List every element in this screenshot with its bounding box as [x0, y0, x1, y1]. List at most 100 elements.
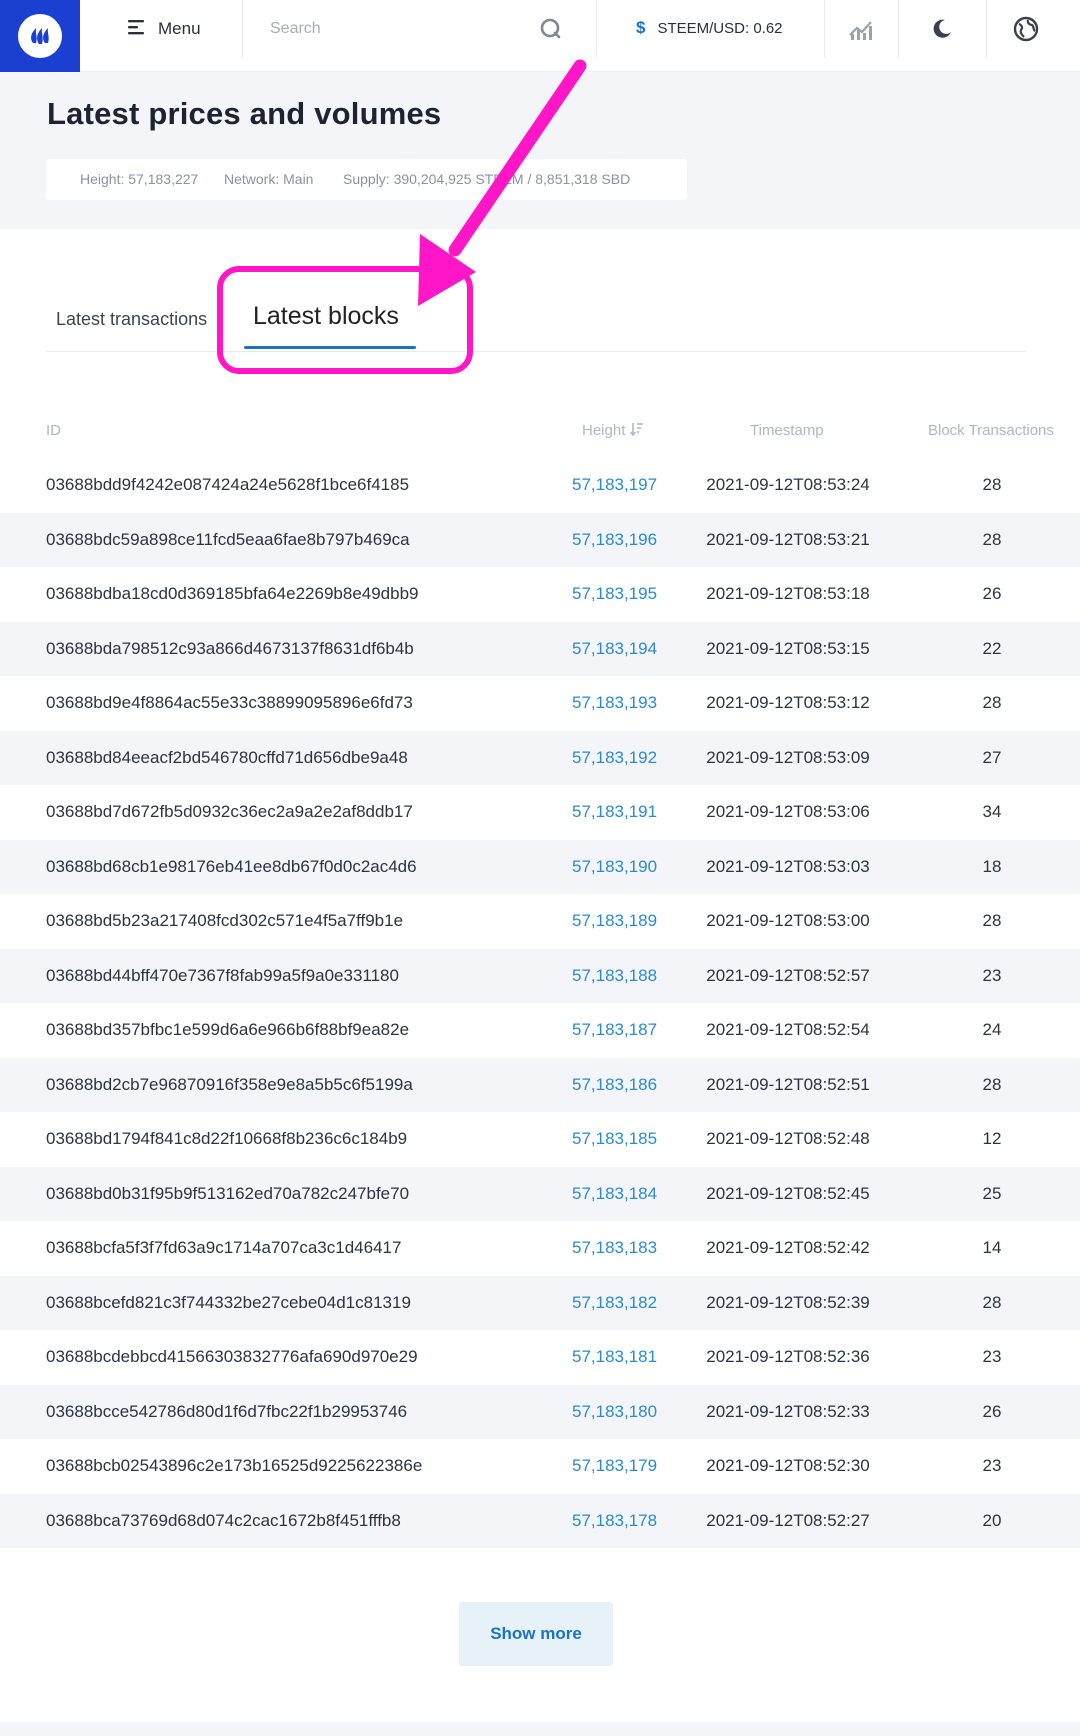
block-transaction-count: 23: [982, 965, 1002, 985]
divider: [596, 0, 597, 58]
table-row: 03688bcfa5f3f7fd63a9c1714a707ca3c1d46417…: [0, 1221, 1080, 1276]
block-height-link[interactable]: 57,183,183: [572, 1238, 657, 1258]
search-input[interactable]: [270, 12, 540, 46]
block-timestamp: 2021-09-12T08:53:03: [706, 856, 870, 876]
table-row: 03688bcefd821c3f744332be27cebe04d1c81319…: [0, 1275, 1080, 1330]
block-transaction-count: 28: [982, 1292, 1002, 1312]
table-row: 03688bd7d672fb5d0932c36ec2a9a2e2af8ddb17…: [0, 785, 1080, 840]
block-id: 03688bd0b31f95b9f513162ed70a782c247bfe70: [46, 1183, 410, 1203]
dark-mode-toggle[interactable]: [927, 14, 957, 44]
block-id: 03688bcfa5f3f7fd63a9c1714a707ca3c1d46417: [46, 1238, 402, 1257]
block-height-link[interactable]: 57,183,188: [572, 966, 657, 986]
steem-logo-icon: [18, 14, 62, 58]
block-height-link[interactable]: 57,183,196: [572, 530, 657, 550]
block-transaction-count: 26: [982, 1401, 1002, 1421]
block-height-link[interactable]: 57,183,189: [572, 911, 657, 931]
block-id: 03688bd357bfbc1e599d6a6e966b6f88bf9ea82e: [46, 1020, 410, 1039]
table-row: 03688bd5b23a217408fcd302c571e4f5a7ff9b1e…: [0, 894, 1080, 949]
block-id: 03688bda798512c93a866d4673137f8631df6b4b: [46, 638, 414, 658]
active-tab-indicator: [244, 346, 416, 349]
divider: [242, 0, 243, 58]
table-row: 03688bd2cb7e96870916f358e9e8a5b5c6f5199a…: [0, 1057, 1080, 1112]
block-timestamp: 2021-09-12T08:52:48: [706, 1129, 870, 1148]
block-height-link[interactable]: 57,183,182: [572, 1293, 657, 1313]
network-stat: Network: Main: [224, 171, 314, 187]
block-timestamp: 2021-09-12T08:52:54: [706, 1020, 870, 1039]
block-timestamp: 2021-09-12T08:52:27: [706, 1510, 870, 1530]
search-button[interactable]: [538, 16, 564, 42]
block-transaction-count: 34: [982, 802, 1002, 821]
block-timestamp: 2021-09-12T08:52:36: [706, 1347, 870, 1366]
block-id: 03688bdc59a898ce11fcd5eaa6fae8b797b469ca: [46, 529, 410, 549]
block-height-link[interactable]: 57,183,187: [572, 1020, 657, 1040]
block-transaction-count: 18: [982, 856, 1002, 876]
block-transaction-count: 14: [982, 1238, 1002, 1257]
block-transaction-count: 25: [982, 1183, 1002, 1203]
chart-button[interactable]: [846, 14, 876, 44]
column-header-height[interactable]: Height: [582, 422, 644, 439]
moon-icon: [933, 19, 951, 38]
price-ticker: $ STEEM/USD: 0.62: [636, 0, 783, 56]
block-height-link[interactable]: 57,183,181: [572, 1347, 657, 1367]
language-button[interactable]: [1011, 14, 1041, 44]
globe-icon: [1013, 16, 1039, 42]
block-height-link[interactable]: 57,183,184: [572, 1184, 657, 1204]
table-row: 03688bdba18cd0d369185bfa64e2269b8e49dbb9…: [0, 567, 1080, 622]
block-height-link[interactable]: 57,183,179: [572, 1456, 657, 1476]
table-row: 03688bd44bff470e7367f8fab99a5f9a0e331180…: [0, 948, 1080, 1003]
steem-logo[interactable]: [0, 0, 80, 72]
block-id: 03688bd2cb7e96870916f358e9e8a5b5c6f5199a: [46, 1074, 413, 1094]
blocks-table-body: 03688bdd9f4242e087424a24e5628f1bce6f4185…: [0, 458, 1080, 1548]
block-id: 03688bd44bff470e7367f8fab99a5f9a0e331180: [46, 965, 399, 985]
table-row: 03688bcb02543896c2e173b16525d9225622386e…: [0, 1439, 1080, 1494]
table-row: 03688bd1794f841c8d22f10668f8b236c6c184b9…: [0, 1112, 1080, 1167]
block-transaction-count: 28: [982, 1074, 1002, 1094]
block-transaction-count: 26: [982, 584, 1002, 603]
block-id: 03688bd1794f841c8d22f10668f8b236c6c184b9: [46, 1129, 408, 1148]
tab-latest-transactions[interactable]: Latest transactions: [56, 309, 207, 330]
table-row: 03688bdc59a898ce11fcd5eaa6fae8b797b469ca…: [0, 512, 1080, 567]
table-row: 03688bd68cb1e98176eb41ee8db67f0d0c2ac4d6…: [0, 839, 1080, 894]
menu-button[interactable]: Menu: [128, 0, 201, 58]
block-height-link[interactable]: 57,183,192: [572, 748, 657, 768]
block-transaction-count: 28: [982, 693, 1002, 712]
footer-band: [0, 1722, 1080, 1736]
block-timestamp: 2021-09-12T08:52:39: [706, 1292, 870, 1312]
block-id: 03688bd5b23a217408fcd302c571e4f5a7ff9b1e: [46, 911, 404, 930]
block-timestamp: 2021-09-12T08:52:33: [706, 1401, 870, 1421]
tab-latest-blocks[interactable]: Latest blocks: [253, 302, 399, 331]
block-id: 03688bcb02543896c2e173b16525d9225622386e: [46, 1456, 423, 1475]
block-height-link[interactable]: 57,183,186: [572, 1075, 657, 1095]
block-height-link[interactable]: 57,183,185: [572, 1129, 657, 1149]
block-height-link[interactable]: 57,183,178: [572, 1511, 657, 1531]
column-header-id: ID: [46, 422, 61, 439]
block-timestamp: 2021-09-12T08:52:57: [706, 965, 870, 985]
block-height-link[interactable]: 57,183,193: [572, 693, 657, 713]
block-transaction-count: 20: [982, 1510, 1002, 1530]
search-icon: [540, 18, 561, 39]
block-height-link[interactable]: 57,183,180: [572, 1402, 657, 1422]
block-transaction-count: 27: [982, 747, 1002, 767]
block-timestamp: 2021-09-12T08:53:06: [706, 802, 870, 821]
hamburger-icon: [128, 19, 146, 40]
divider: [898, 0, 899, 58]
block-height-link[interactable]: 57,183,191: [572, 802, 657, 822]
block-id: 03688bd84eeacf2bd546780cffd71d656dbe9a48: [46, 747, 408, 767]
supply-stat: Supply: 390,204,925 STEEM / 8,851,318 SB…: [343, 171, 631, 187]
block-id: 03688bcdebbcd41566303832776afa690d970e29: [46, 1347, 418, 1366]
block-height-link[interactable]: 57,183,190: [572, 857, 657, 877]
block-timestamp: 2021-09-12T08:53:00: [706, 911, 870, 930]
divider: [986, 0, 987, 58]
block-height-link[interactable]: 57,183,194: [572, 639, 657, 659]
block-timestamp: 2021-09-12T08:53:18: [706, 584, 870, 603]
block-height-link[interactable]: 57,183,197: [572, 475, 657, 495]
table-row: 03688bdd9f4242e087424a24e5628f1bce6f4185…: [0, 458, 1080, 513]
table-row: 03688bcce542786d80d1f6d7fbc22f1b29953746…: [0, 1384, 1080, 1439]
block-timestamp: 2021-09-12T08:53:21: [706, 529, 870, 549]
block-timestamp: 2021-09-12T08:53:12: [706, 693, 870, 712]
block-height-link[interactable]: 57,183,195: [572, 584, 657, 604]
block-timestamp: 2021-09-12T08:52:51: [706, 1074, 870, 1094]
chain-stats-bar: Height: 57,183,227 Network: Main Supply:…: [46, 159, 687, 200]
table-row: 03688bcdebbcd41566303832776afa690d970e29…: [0, 1330, 1080, 1385]
show-more-button[interactable]: Show more: [459, 1602, 613, 1666]
